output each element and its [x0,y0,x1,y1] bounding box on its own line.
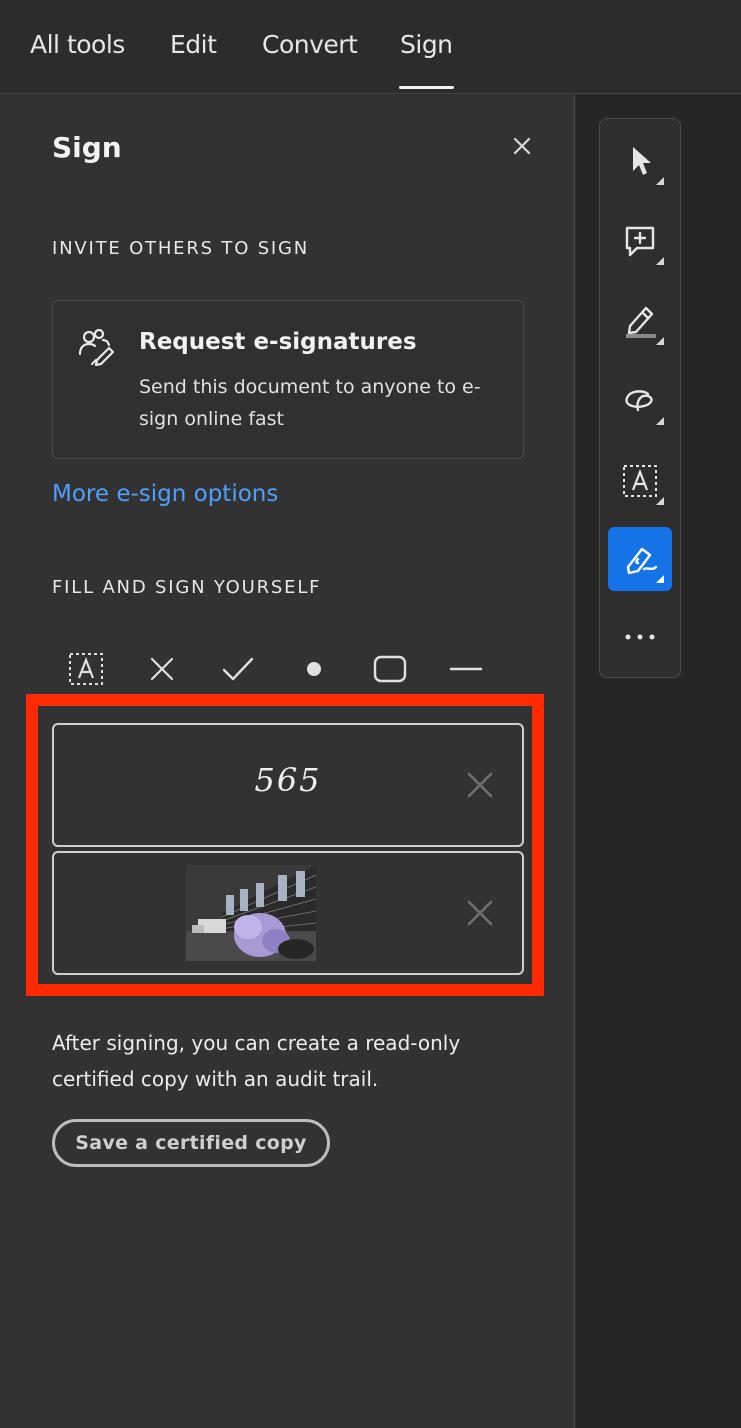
expand-corner-icon [656,497,664,505]
top-tab-bar: All tools Edit Convert Sign [0,0,741,94]
freehand-draw-icon[interactable] [608,369,672,433]
expand-corner-icon [656,257,664,265]
dot-icon[interactable] [292,647,336,691]
fill-sign-toolbar [52,647,502,691]
line-icon[interactable] [444,647,488,691]
request-esignatures-card[interactable]: Request e-signatures Send this document … [52,300,524,459]
tab-convert[interactable]: Convert [262,30,358,59]
delete-signature-icon[interactable] [466,899,494,927]
sign-pen-icon[interactable] [608,527,672,591]
quick-tools-rail [599,118,681,678]
more-esign-options-link[interactable]: More e-sign options [52,481,278,507]
cross-mark-icon[interactable] [140,647,184,691]
sign-panel: Sign INVITE OTHERS TO SIGN Request e-sig… [0,95,575,1428]
tab-edit[interactable]: Edit [170,30,217,59]
fill-sign-heading: FILL AND SIGN YOURSELF [52,577,322,598]
rounded-rectangle-icon[interactable] [368,647,412,691]
tab-sign[interactable]: Sign [399,30,454,89]
checkmark-icon[interactable] [216,647,260,691]
delete-signature-icon[interactable] [466,771,494,799]
more-options-icon[interactable] [608,605,672,669]
saved-signature-image[interactable] [52,851,524,975]
panel-title: Sign [52,131,122,164]
highlight-pen-icon[interactable] [608,289,672,353]
signature-value: 565 [254,761,322,799]
saved-signature-text[interactable]: 565 [52,723,524,847]
tab-all-tools[interactable]: All tools [30,30,125,59]
expand-corner-icon [656,177,664,185]
save-certified-copy-button[interactable]: Save a certified copy [52,1119,330,1167]
expand-corner-icon [656,337,664,345]
expand-corner-icon [656,575,664,583]
signature-image [186,865,317,961]
text-box-icon[interactable] [608,449,672,513]
add-comment-icon[interactable] [608,209,672,273]
add-text-icon[interactable] [64,647,108,691]
select-cursor-icon[interactable] [608,129,672,193]
close-icon[interactable] [510,134,534,158]
request-card-description: Send this document to anyone to e-sign o… [139,376,481,430]
invite-heading: INVITE OTHERS TO SIGN [52,238,310,259]
request-signatures-icon [77,327,117,367]
certified-copy-info: After signing, you can create a read-onl… [52,1031,461,1091]
expand-corner-icon [656,417,664,425]
request-card-title: Request e-signatures [139,329,417,355]
